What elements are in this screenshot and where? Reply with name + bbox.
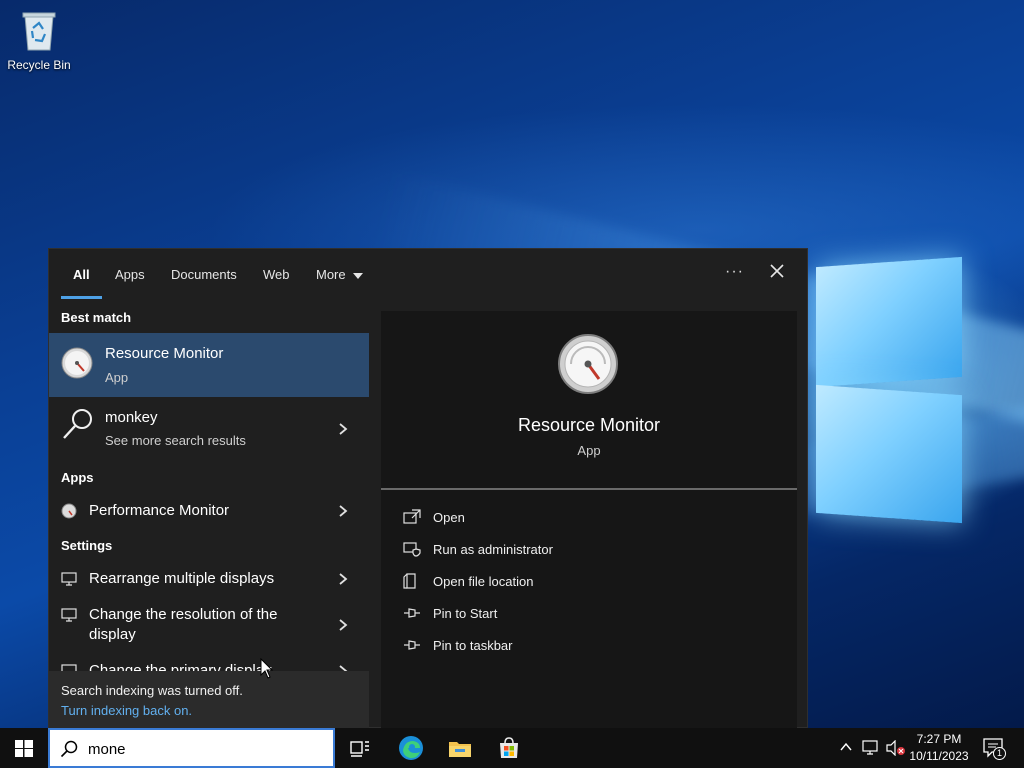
folder-icon bbox=[449, 742, 471, 757]
app-performance-monitor[interactable]: Performance Monitor bbox=[49, 493, 369, 529]
result-title-line2: display bbox=[89, 626, 136, 643]
preview-subtitle: App bbox=[577, 443, 601, 458]
setting-change-primary-display[interactable]: Change the primary display bbox=[49, 653, 369, 671]
result-title: Change the primary display bbox=[89, 662, 272, 671]
clock-time[interactable]: 7:27 PM bbox=[906, 732, 972, 746]
notification-count-badge: 1 bbox=[993, 747, 1006, 760]
tab-more-label: More bbox=[316, 267, 346, 282]
resource-monitor-icon bbox=[557, 333, 619, 395]
mouse-cursor-icon bbox=[260, 658, 274, 679]
result-title: monkey bbox=[105, 409, 158, 426]
tab-web[interactable]: Web bbox=[263, 267, 290, 282]
indexing-message: Search indexing was turned off. bbox=[61, 683, 243, 698]
close-icon bbox=[770, 264, 784, 278]
action-label: Run as administrator bbox=[433, 542, 553, 557]
edge-icon bbox=[399, 736, 423, 760]
chevron-right-icon bbox=[339, 619, 348, 631]
search-input[interactable] bbox=[88, 738, 328, 760]
action-run-as-administrator[interactable]: Run as administrator bbox=[403, 539, 783, 563]
recycle-bin-label: Recycle Bin bbox=[7, 58, 71, 72]
results-list: Best match Resource Monitor App monkey S… bbox=[49, 301, 369, 671]
setting-change-resolution[interactable]: Change the resolution of the display bbox=[49, 597, 369, 653]
chevron-right-icon bbox=[339, 423, 348, 435]
volume-muted-icon[interactable] bbox=[886, 740, 906, 756]
search-tabs: All Apps Documents Web More ··· bbox=[49, 249, 809, 301]
action-open[interactable]: Open bbox=[403, 507, 783, 531]
result-subtitle: App bbox=[105, 370, 129, 385]
action-pin-to-start[interactable]: Pin to Start bbox=[403, 603, 783, 627]
indexing-notice: Search indexing was turned off. Turn ind… bbox=[49, 671, 369, 729]
monitor-icon bbox=[61, 572, 77, 586]
preview-title: Resource Monitor bbox=[517, 415, 661, 435]
taskbar-search-box[interactable] bbox=[48, 728, 335, 768]
file-location-icon bbox=[403, 573, 416, 589]
monitor-icon bbox=[61, 608, 77, 622]
start-button[interactable] bbox=[0, 728, 48, 768]
chevron-up-icon[interactable] bbox=[840, 742, 852, 752]
network-icon[interactable] bbox=[862, 740, 880, 756]
wallpaper-window-pane bbox=[816, 384, 962, 524]
action-label: Pin to Start bbox=[433, 606, 498, 621]
pin-icon bbox=[404, 608, 420, 618]
result-subtitle: See more search results bbox=[105, 433, 246, 448]
chevron-down-icon bbox=[353, 272, 364, 279]
result-title: Performance Monitor bbox=[89, 502, 230, 519]
close-button[interactable] bbox=[767, 261, 787, 281]
result-title-line1: Change the resolution of the bbox=[89, 606, 278, 623]
store-icon bbox=[500, 737, 518, 758]
recycle-bin-icon bbox=[21, 10, 57, 52]
edge-button[interactable] bbox=[397, 734, 425, 762]
task-view-button[interactable] bbox=[346, 734, 374, 762]
chevron-right-icon bbox=[339, 573, 348, 585]
shield-icon bbox=[403, 542, 421, 557]
search-icon bbox=[63, 409, 92, 439]
result-title: Rearrange multiple displays bbox=[89, 570, 275, 587]
preview-divider bbox=[381, 488, 797, 490]
clock-date[interactable]: 10/11/2023 bbox=[906, 749, 972, 763]
tab-all[interactable]: All bbox=[73, 267, 90, 282]
action-pin-to-taskbar[interactable]: Pin to taskbar bbox=[403, 635, 783, 659]
result-title: Resource Monitor bbox=[105, 345, 224, 362]
action-label: Open file location bbox=[433, 574, 534, 589]
action-label: Pin to taskbar bbox=[433, 638, 513, 653]
tab-documents[interactable]: Documents bbox=[171, 267, 237, 282]
open-icon bbox=[403, 509, 421, 524]
task-view-icon bbox=[350, 741, 369, 757]
pin-icon bbox=[404, 640, 420, 650]
wallpaper-window-pane bbox=[816, 256, 962, 388]
taskbar: 7:27 PM 10/11/2023 1 bbox=[0, 728, 1024, 768]
notifications-button[interactable]: 1 bbox=[982, 736, 1006, 760]
chevron-right-icon bbox=[339, 505, 348, 517]
web-result-monkey[interactable]: monkey See more search results bbox=[49, 397, 369, 461]
search-icon bbox=[60, 740, 78, 758]
resource-monitor-icon bbox=[61, 347, 93, 379]
action-label: Open bbox=[433, 510, 465, 525]
section-best-match: Best match bbox=[61, 310, 132, 325]
preview-pane: Resource Monitor App Open Run as adminis… bbox=[381, 311, 797, 729]
section-settings: Settings bbox=[61, 538, 113, 553]
active-tab-indicator bbox=[61, 296, 102, 299]
best-match-resource-monitor[interactable]: Resource Monitor App bbox=[49, 333, 369, 397]
search-panel: All Apps Documents Web More ··· Best mat… bbox=[48, 248, 809, 729]
recycle-bin-shortcut[interactable]: Recycle Bin bbox=[4, 6, 74, 72]
microsoft-store-button[interactable] bbox=[495, 734, 523, 762]
monitor-icon bbox=[61, 664, 77, 671]
turn-indexing-on-link[interactable]: Turn indexing back on. bbox=[61, 703, 192, 718]
tab-apps[interactable]: Apps bbox=[115, 267, 145, 282]
tab-more[interactable]: More bbox=[316, 267, 364, 282]
windows-logo-icon bbox=[15, 740, 33, 757]
more-options-button[interactable]: ··· bbox=[725, 263, 744, 281]
section-apps: Apps bbox=[61, 470, 94, 485]
performance-monitor-icon bbox=[61, 503, 77, 519]
setting-rearrange-displays[interactable]: Rearrange multiple displays bbox=[49, 561, 369, 597]
action-open-file-location[interactable]: Open file location bbox=[403, 571, 783, 595]
file-explorer-button[interactable] bbox=[446, 734, 474, 762]
